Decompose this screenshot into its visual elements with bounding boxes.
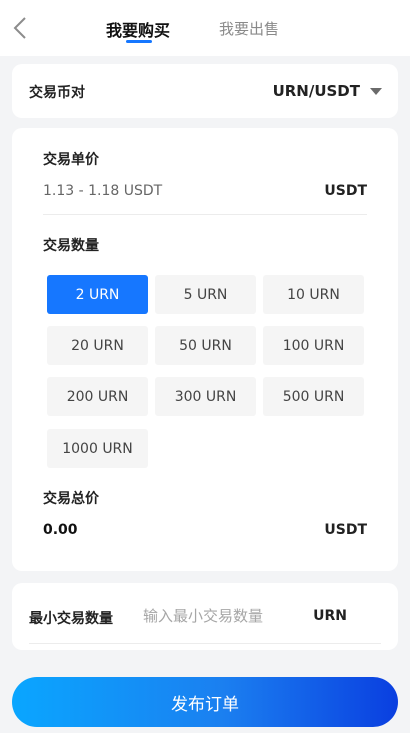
trading-pair-value[interactable]: URN/USDT: [273, 82, 360, 100]
divider: [29, 643, 381, 644]
quantity-option-100[interactable]: 100 URN: [263, 326, 364, 365]
trading-pair-selector[interactable]: 交易币对 URN/USDT: [12, 64, 398, 118]
quantity-option-1000[interactable]: 1000 URN: [47, 429, 148, 468]
min-quantity-card: 最小交易数量 URN: [12, 583, 398, 650]
quantity-option-10[interactable]: 10 URN: [263, 275, 364, 314]
unit-price-range: 1.13 - 1.18 USDT: [43, 183, 163, 199]
caret-down-icon[interactable]: [370, 88, 382, 95]
publish-order-button[interactable]: 发布订单: [12, 677, 398, 727]
quantity-label: 交易数量: [43, 238, 99, 254]
min-quantity-label: 最小交易数量: [29, 611, 113, 627]
quantity-option-5[interactable]: 5 URN: [155, 275, 256, 314]
quantity-option-50[interactable]: 50 URN: [155, 326, 256, 365]
active-tab-indicator: [126, 40, 152, 43]
quantity-option-300[interactable]: 300 URN: [155, 377, 256, 416]
total-price-currency: USDT: [324, 522, 367, 538]
trading-pair-label: 交易币对: [29, 85, 85, 101]
quantity-option-200[interactable]: 200 URN: [47, 377, 148, 416]
chevron-left-icon: [13, 17, 26, 39]
total-price-label: 交易总价: [43, 491, 99, 507]
quantity-option-500[interactable]: 500 URN: [263, 377, 364, 416]
unit-price-currency: USDT: [324, 183, 367, 199]
min-quantity-unit: URN: [313, 608, 347, 624]
divider: [43, 214, 367, 215]
min-quantity-input[interactable]: [143, 602, 293, 630]
tab-sell[interactable]: 我要出售: [219, 18, 279, 39]
order-form-card: 交易单价 1.13 - 1.18 USDT USDT 交易数量 2 URN 5 …: [12, 128, 398, 571]
quantity-option-2[interactable]: 2 URN: [47, 275, 148, 314]
total-price-value: 0.00: [43, 522, 78, 538]
back-button[interactable]: [10, 14, 34, 42]
unit-price-label: 交易单价: [43, 152, 99, 168]
header: 我要购买 我要出售: [0, 0, 410, 56]
quantity-option-20[interactable]: 20 URN: [47, 326, 148, 365]
tab-buy[interactable]: 我要购买: [106, 17, 170, 41]
